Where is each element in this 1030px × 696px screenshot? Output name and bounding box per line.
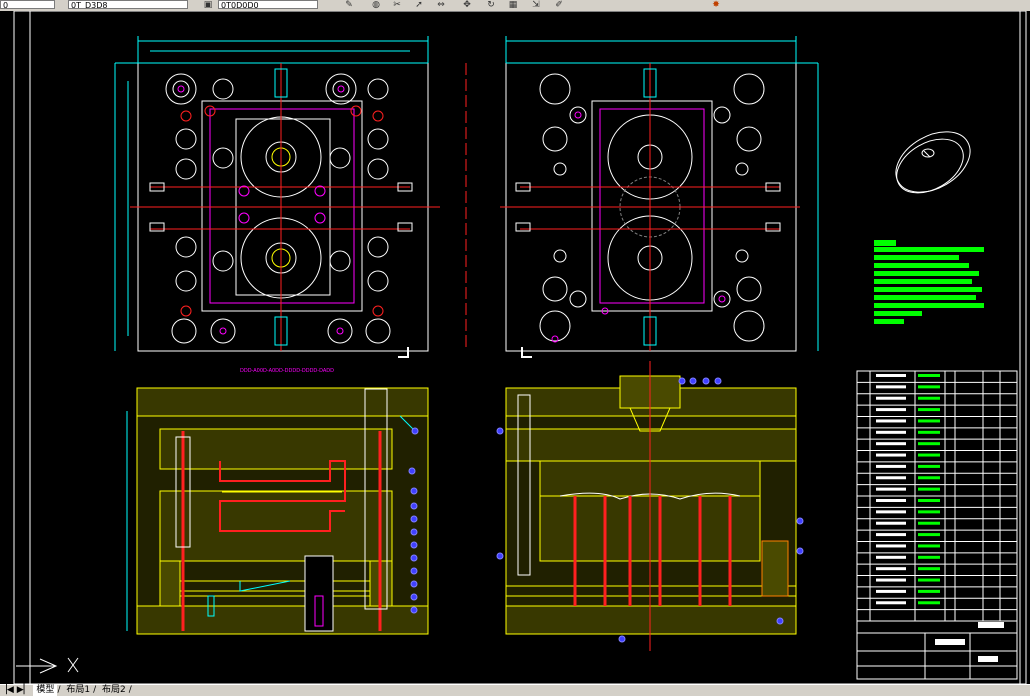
bom-row-qty — [918, 510, 940, 514]
bom-row-qty — [918, 464, 940, 468]
arrow-icon[interactable]: ➚ — [413, 0, 425, 10]
tab-layout1[interactable]: 布局1 — [63, 685, 93, 696]
bom-row-text — [876, 567, 906, 571]
tab-model[interactable]: 模型 — [33, 685, 58, 696]
ucs-icon — [16, 657, 79, 674]
cad-drawing: DDD-A00D-A0DD-DDDD-DDDD-DADD — [13, 11, 1027, 684]
bom-row-text — [876, 442, 906, 446]
bom-row-qty — [918, 442, 940, 446]
style-dropdown[interactable]: 0T0D0D0 — [218, 0, 318, 9]
rotate-icon[interactable]: ↻ — [485, 0, 497, 10]
layer-state-icon[interactable]: ▣ — [202, 0, 214, 10]
bom-row-qty — [918, 385, 940, 389]
bom-row-qty — [918, 521, 940, 525]
explode-icon[interactable]: ✸ — [710, 0, 722, 10]
plan-view-left: DDD-A00D-A0DD-DDDD-DDDD-DADD — [114, 36, 440, 374]
trim-icon[interactable]: ✂ — [391, 0, 403, 10]
bom-row-text — [876, 453, 906, 457]
bom-row-qty — [918, 601, 940, 605]
title-block — [856, 620, 1018, 680]
bom-row-text — [876, 396, 906, 400]
bom-row-qty — [918, 487, 940, 491]
grid-icon[interactable]: ▦ — [507, 0, 519, 10]
bom-row-text — [876, 419, 906, 423]
bom-row-text — [876, 589, 906, 593]
move-icon[interactable]: ✥ — [461, 0, 473, 10]
bom-row-text — [876, 476, 906, 480]
bom-row-text — [876, 487, 906, 491]
pen-icon[interactable]: ✐ — [553, 0, 565, 10]
bom-row-qty — [918, 578, 940, 582]
bom-row-text — [876, 385, 906, 389]
pencil-icon[interactable]: ✎ — [343, 0, 355, 10]
bom-row-qty — [918, 374, 940, 377]
technical-notes — [874, 240, 984, 324]
fill-icon[interactable]: ◍ — [370, 0, 382, 10]
bom-row-qty — [918, 476, 940, 480]
layer-dropdown[interactable]: 0 — [0, 0, 55, 9]
bom-row-text — [876, 408, 906, 412]
section-view-left — [126, 387, 429, 635]
bom-row-qty — [918, 499, 940, 502]
bom-row-qty — [918, 555, 940, 559]
bom-row-text — [876, 430, 906, 434]
bom-row-qty — [918, 396, 940, 400]
bom-row-qty — [918, 589, 940, 593]
bom-row-qty — [918, 567, 940, 571]
bom-row-text — [876, 578, 906, 582]
bom-row-text — [876, 533, 906, 537]
bom-row-qty — [918, 408, 940, 412]
bom-row-text — [876, 374, 906, 377]
bom-row-qty — [918, 544, 940, 548]
bom-row-qty — [918, 419, 940, 423]
bom-row-text — [876, 555, 906, 559]
bom-row-text — [876, 510, 906, 514]
bom-row-text — [876, 464, 906, 468]
section-view-right — [496, 361, 804, 651]
bom-row-qty — [918, 430, 940, 434]
stretch-icon[interactable]: ⇲ — [530, 0, 542, 10]
file-dropdown[interactable]: 0T_D3D8 — [68, 0, 188, 9]
bom-row-text — [876, 544, 906, 548]
drawing-canvas[interactable]: DDD-A00D-A0DD-DDDD-DDDD-DADD — [0, 11, 1030, 684]
plan-view-right — [465, 36, 819, 358]
bom-row-qty — [918, 533, 940, 537]
tab-layout2[interactable]: 布局2 — [99, 685, 129, 696]
mirror-icon[interactable]: ⇔ — [435, 0, 447, 10]
bom-row-text — [876, 499, 906, 502]
bom-row-qty — [918, 453, 940, 457]
plan-label-left: DDD-A00D-A0DD-DDDD-DDDD-DADD — [240, 368, 334, 374]
bom-row-text — [876, 601, 906, 605]
product-isometric — [895, 131, 971, 194]
bom-row-text — [876, 521, 906, 525]
tab-nav-arrows[interactable]: ▕◀ ▶▏ — [0, 685, 31, 695]
layout-tabs-bar: ▕◀ ▶▏ 模型 / 布局1/ 布局2/ — [0, 684, 1030, 696]
bill-of-materials — [856, 370, 1018, 622]
